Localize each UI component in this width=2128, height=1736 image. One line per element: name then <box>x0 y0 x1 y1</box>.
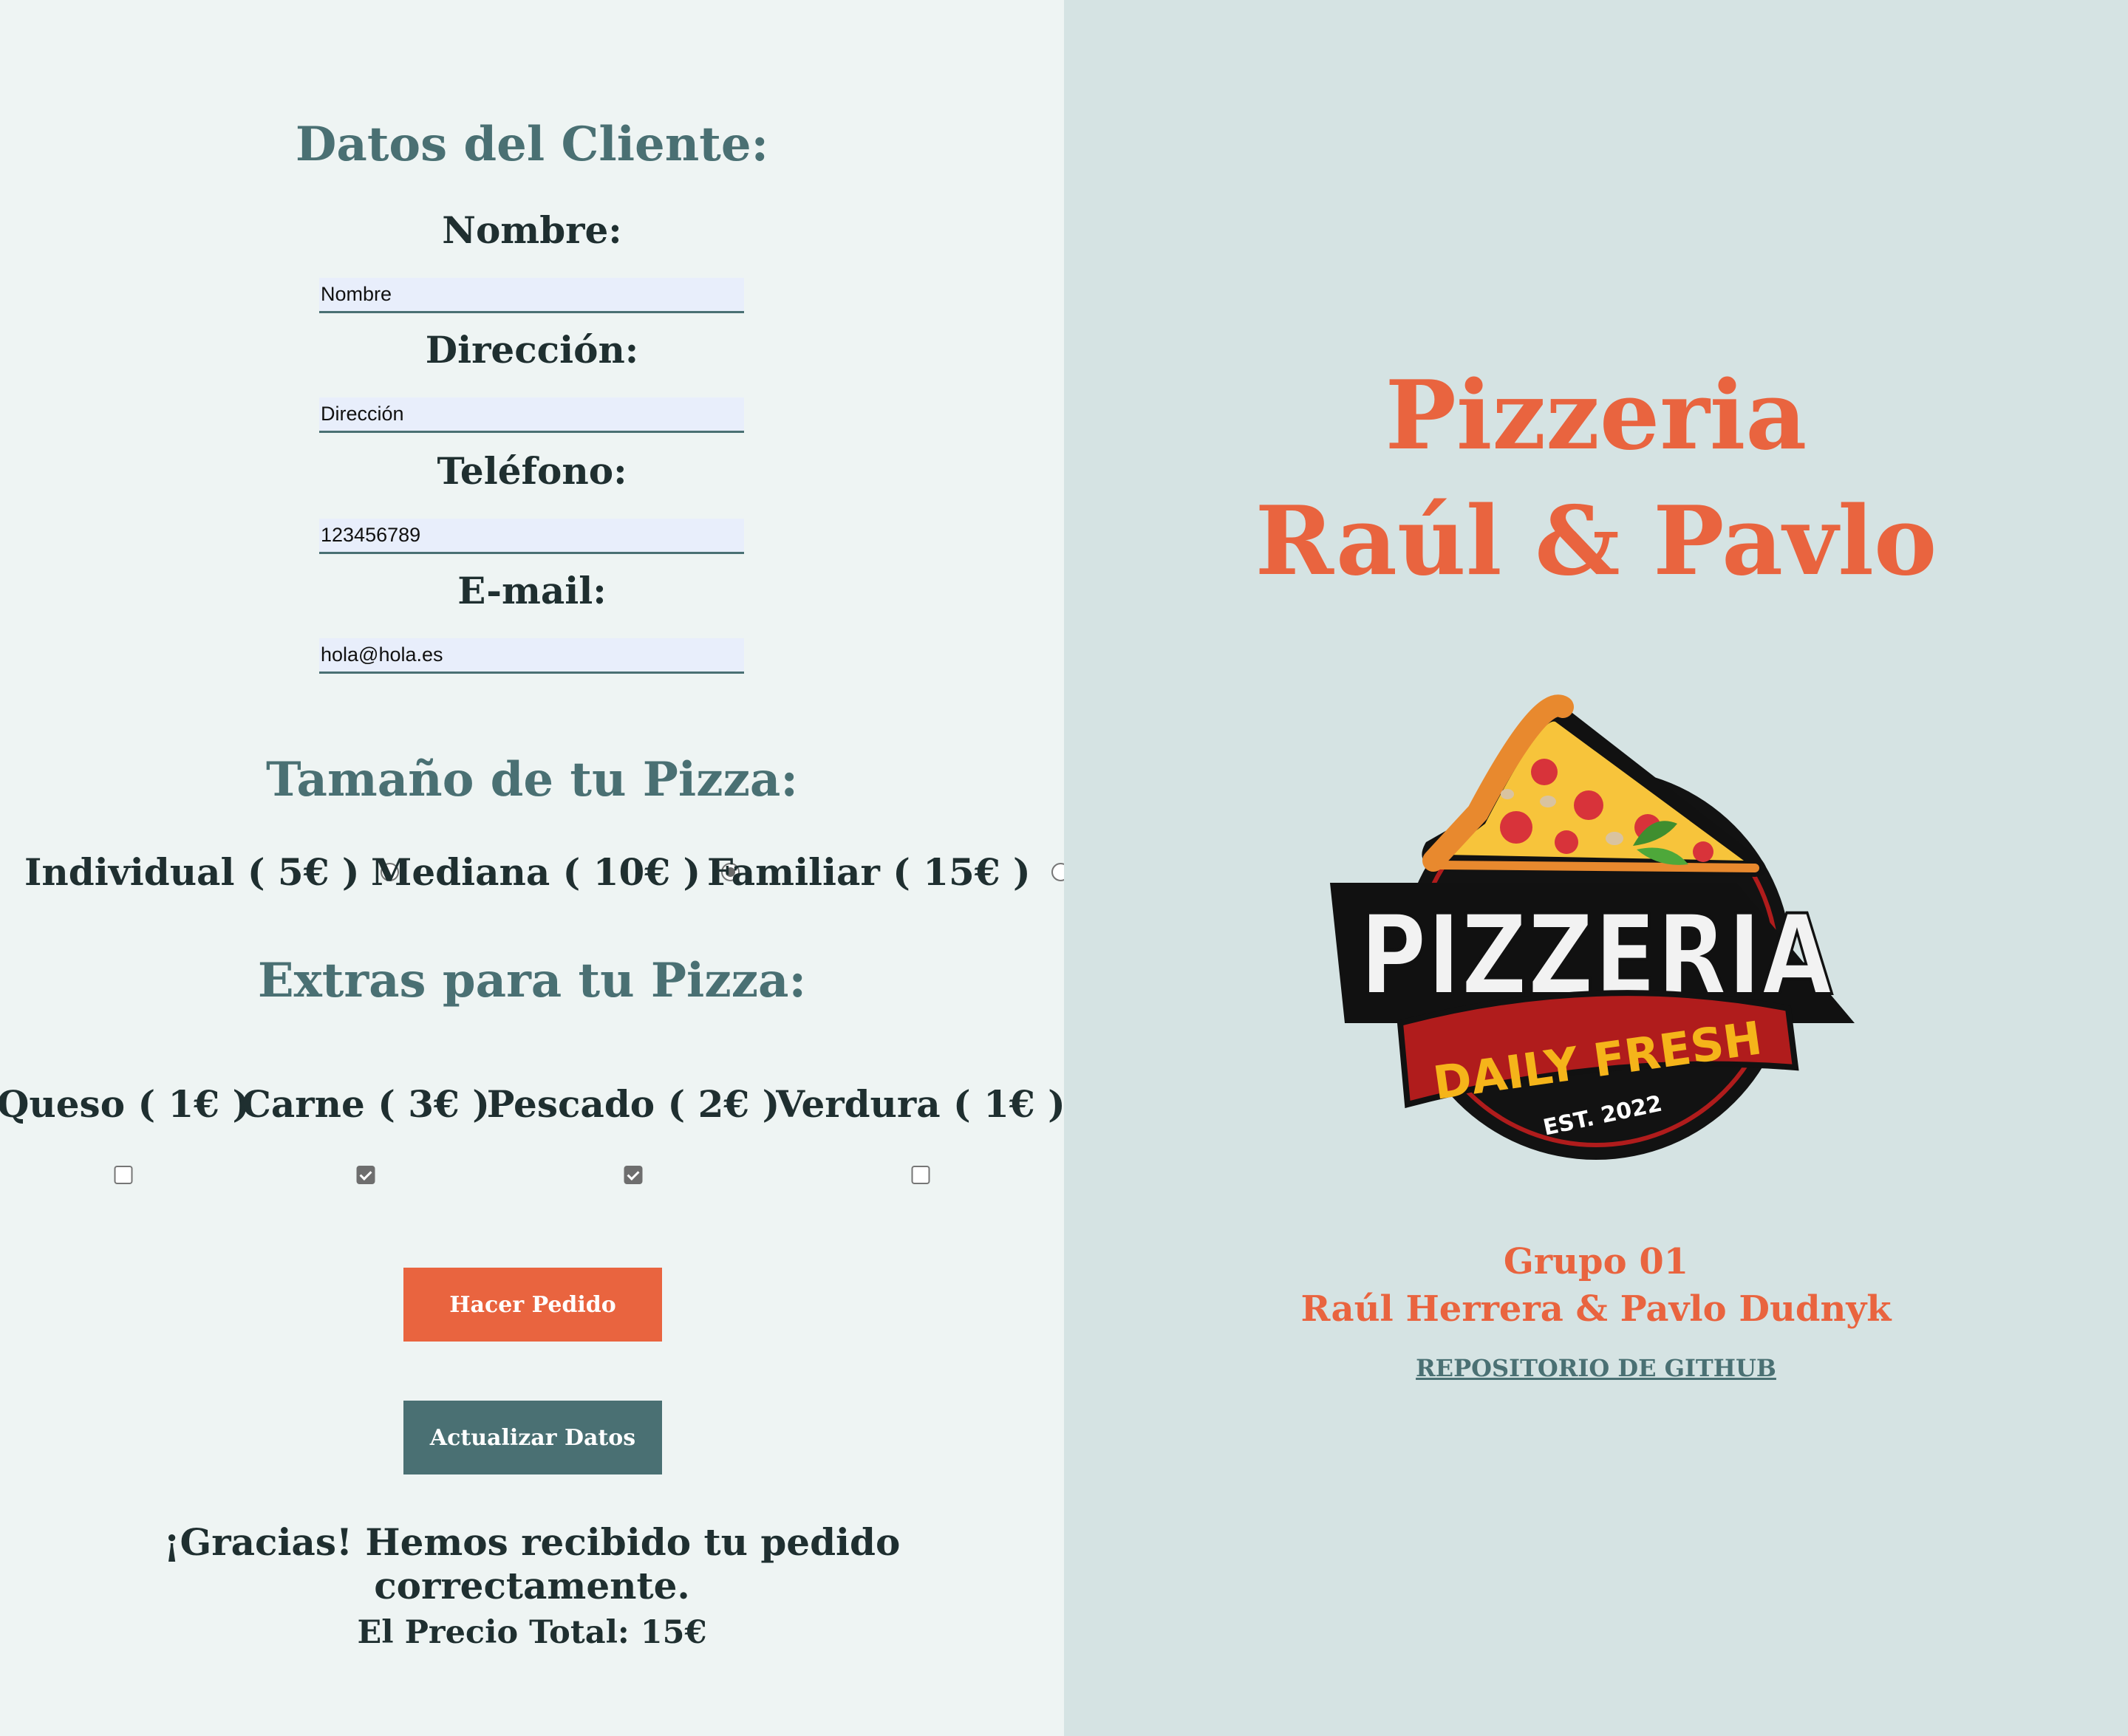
extra-label-queso: Queso ( 1€ ) <box>0 1082 250 1126</box>
extra-label-verdura: Verdura ( 1€ ) <box>776 1082 1065 1126</box>
size-option-label: Individual ( 5€ ) <box>24 850 360 894</box>
address-label: Dirección: <box>425 328 639 372</box>
extra-checkbox-pescado[interactable] <box>624 1166 643 1184</box>
size-option-mediana[interactable]: Mediana ( 10€ ) <box>371 842 740 901</box>
confirmation-message: ¡Gracias! Hemos recibido tu pedido corre… <box>163 1520 901 1607</box>
size-option-label: Familiar ( 15€ ) <box>707 850 1031 894</box>
size-option-individual[interactable]: Individual ( 5€ ) <box>24 842 399 901</box>
extra-label-pescado: Pescado ( 2€ ) <box>486 1082 780 1126</box>
customer-data-title: Datos del Cliente: <box>295 117 769 172</box>
extras-title: Extras para tu Pizza: <box>257 953 807 1008</box>
order-form-panel: Datos del Cliente: Nombre: Dirección: Te… <box>0 0 1070 1736</box>
extra-checkbox-carne[interactable] <box>356 1166 375 1184</box>
size-title: Tamaño de tu Pizza: <box>266 752 798 807</box>
name-label: Nombre: <box>442 208 622 252</box>
pizza-slice-icon <box>1422 694 1767 877</box>
address-input[interactable] <box>319 397 744 433</box>
email-label: E-mail: <box>457 569 607 612</box>
phone-input[interactable] <box>319 519 744 554</box>
brand-panel: Pizzeria Raúl & Pavlo PIZZERIA DAILY FRE… <box>1064 0 2128 1736</box>
total-price: El Precio Total: 15€ <box>357 1614 707 1651</box>
group-name: Grupo 01 <box>1503 1241 1689 1282</box>
brand-title-line2: Raúl & Pavlo <box>1255 486 1937 597</box>
authors: Raúl Herrera & Pavlo Dudnyk <box>1300 1288 1892 1330</box>
size-option-familiar[interactable]: Familiar ( 15€ ) <box>707 842 1070 901</box>
extra-label-carne: Carne ( 3€ ) <box>242 1082 490 1126</box>
github-repo-link[interactable]: REPOSITORIO DE GITHUB <box>1064 1354 2128 1382</box>
name-input[interactable] <box>319 278 744 313</box>
extra-checkbox-queso[interactable] <box>114 1166 133 1184</box>
size-options: Individual ( 5€ ) Mediana ( 10€ ) Famili… <box>0 842 1070 901</box>
extra-checkbox-verdura[interactable] <box>911 1166 930 1184</box>
phone-label: Teléfono: <box>437 449 627 493</box>
update-data-button[interactable]: Actualizar Datos <box>403 1401 662 1474</box>
email-input[interactable] <box>319 638 744 674</box>
place-order-button[interactable]: Hacer Pedido <box>403 1268 662 1342</box>
pizzeria-logo: PIZZERIA DAILY FRESH EST. 2022 <box>1330 694 1855 1160</box>
brand-title-line1: Pizzeria <box>1385 360 1807 471</box>
size-option-label: Mediana ( 10€ ) <box>371 850 701 894</box>
